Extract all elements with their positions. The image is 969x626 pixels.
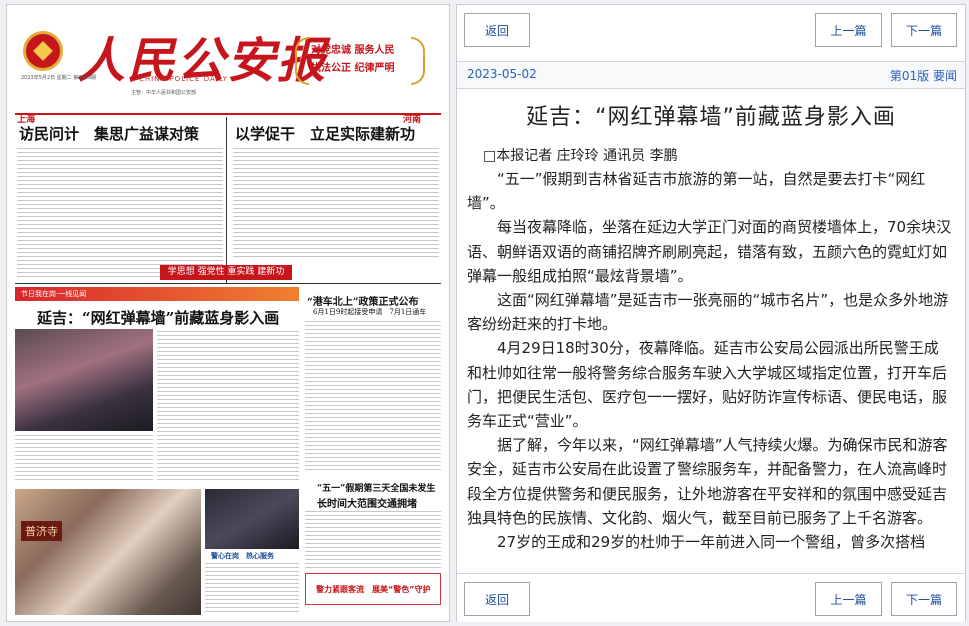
main-headline: 延吉：“网红弹幕墙”前藏蓝身影入画 [37, 309, 280, 327]
article-panel: 返回 上一篇 下一篇 2023-05-02 第01版 要闻 延吉：“网红弹幕墙”… [456, 4, 966, 622]
prev-article-button-top[interactable]: 上一篇 [815, 13, 882, 47]
newspaper-page-image[interactable]: 人民公安报 CHINA POLICE DAILY 2023年5月2日 星期二 第… [6, 4, 450, 622]
text-column-left [17, 148, 223, 280]
photo-caption: 警心在岗 热心服务 [211, 551, 274, 560]
article-author: □本报记者 庄玲玲 通讯员 李鹏 [483, 148, 678, 164]
article-paragraph: 据了解，今年以来，“网红弹幕墙”人气持续火爆。为确保市民和游客安全，延吉市公安局… [467, 436, 948, 527]
article-paragraph: “五一”假期到吉林省延吉市旅游的第一站，自然是要去打卡“网红墙”。 [467, 170, 926, 213]
headline-left: 访民问计 集思广益谋对策 [19, 125, 200, 143]
photo-police-night [15, 329, 153, 431]
slogan-block: 对党忠诚 服务人民 执法公正 纪律严明 [295, 33, 425, 85]
article-body: “五一”假期到吉林省延吉市旅游的第一站，自然是要去打卡“网红墙”。 每当夜幕降临… [457, 167, 965, 554]
article-paragraph: 这面“网红弹幕墙”是延吉市一张亮丽的“城市名片”，也是众多外地游客纷纷赶来的打卡… [467, 291, 949, 334]
police-emblem-icon [23, 31, 63, 71]
masthead-info2: 主管：中华人民共和国公安部 [131, 90, 197, 96]
hk-headline: “港车北上”政策正式公布 [307, 297, 419, 308]
article-title: 延吉：“网红弹幕墙”前藏蓝身影入画 [526, 105, 896, 130]
text-block-caption [205, 563, 299, 613]
hk-subhead: 6月1日9时起接受申请 7月1日通车 [313, 308, 427, 316]
back-button-bottom[interactable]: 返回 [464, 582, 530, 616]
next-article-button-top[interactable]: 下一篇 [891, 13, 957, 47]
article-paragraph: 4月29日18时30分，夜幕降临。延吉市公安局公园派出所民警王成和杜帅如往常一般… [467, 339, 948, 431]
headline-right: 以学促干 立足实际建新功 [235, 125, 416, 143]
article-content[interactable]: 延吉：“网红弹幕墙”前藏蓝身影入画 □本报记者 庄玲玲 通讯员 李鹏 “五一”假… [457, 89, 965, 573]
masthead: 人民公安报 CHINA POLICE DAILY 2023年5月2日 星期二 第… [7, 5, 449, 117]
photo-crowd: 普济寺 [15, 489, 201, 615]
text-block-hk [305, 321, 441, 471]
holiday-strip: 节日我在岗·一线见闻 [15, 287, 299, 301]
section-rule [15, 283, 441, 284]
slogan-line1: 对党忠诚 服务人民 [311, 45, 395, 56]
temple-sign: 普济寺 [21, 521, 62, 541]
wreath-left-icon [295, 37, 309, 85]
photo-officers [205, 489, 299, 549]
text-block-may1 [305, 511, 441, 571]
article-paragraph: 每当夜幕降临，坐落在延边大学正门对面的商贸楼墙体上，70余块汉语、朝鲜语双语的商… [467, 218, 952, 285]
article-paragraph: 27岁的王成和29岁的杜帅于一年前进入同一个警组，曾多次搭档 [497, 533, 926, 552]
column-divider [226, 117, 227, 283]
wreath-right-icon [411, 37, 425, 85]
bottom-box: 警力紧跟客流 展美“警色”守护 [305, 573, 441, 605]
may1-headline2: 长时间大范围交通拥堵 [317, 499, 417, 510]
text-block-under-photo [15, 435, 153, 483]
text-column-right [233, 148, 439, 260]
masthead-english: CHINA POLICE DAILY [139, 75, 229, 83]
prev-article-button-bottom[interactable]: 上一篇 [815, 582, 882, 616]
may1-headline: “五一”假期第三天全国未发生 [317, 484, 436, 494]
red-banner: 学思想 强党性 重实践 建新功 [160, 265, 292, 280]
article-date: 2023-05-02 [467, 67, 537, 81]
bottom-box-title: 警力紧跟客流 展美“警色”守护 [316, 585, 431, 594]
text-block-main [157, 331, 299, 483]
bottom-toolbar: 返回 上一篇 下一篇 [457, 573, 965, 622]
article-meta-bar: 2023-05-02 第01版 要闻 [457, 61, 965, 89]
masthead-info: 2023年5月2日 星期二 第8989期 [21, 75, 96, 81]
article-page-label[interactable]: 第01版 要闻 [890, 67, 957, 84]
slogan-line2: 执法公正 纪律严明 [311, 63, 395, 74]
back-button-top[interactable]: 返回 [464, 13, 530, 47]
masthead-rule [15, 113, 441, 115]
next-article-button-bottom[interactable]: 下一篇 [891, 582, 957, 616]
